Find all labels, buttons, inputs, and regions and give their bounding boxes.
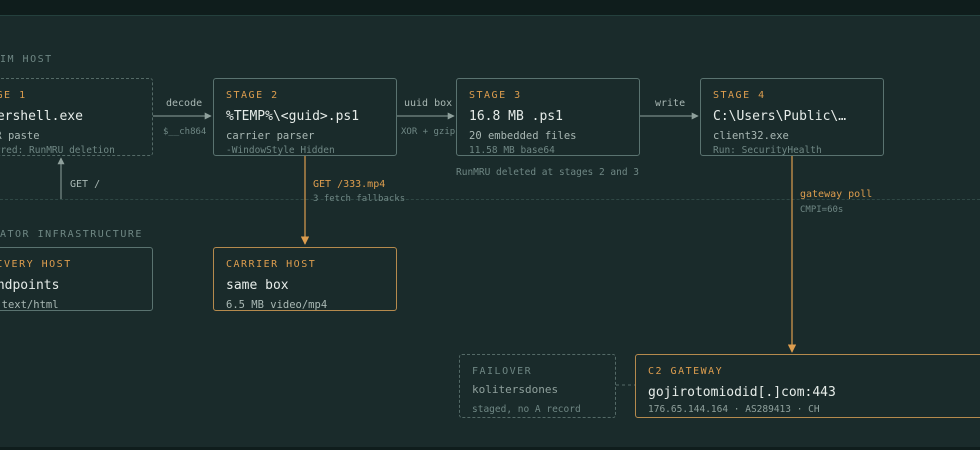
- c2-gateway-tag: C2 GATEWAY: [648, 366, 724, 377]
- stage-3-sub: 20 embedded files: [469, 130, 577, 142]
- c2-gateway-box: C2 GATEWAY gojirotomiodid[.]com:443 176.…: [635, 354, 980, 418]
- stage-1-sub: +R paste: [0, 130, 40, 142]
- stage-1-tag: AGE 1: [0, 90, 27, 101]
- carrier-host-sub: 6.5 MB video/mp4: [226, 299, 328, 311]
- failover-box: FAILOVER kolitersdones staged, no A reco…: [459, 354, 616, 418]
- stage-2-tag: STAGE 2: [226, 90, 279, 101]
- edge-sub-gateway-poll: CMPI=60s: [800, 205, 844, 215]
- delivery-host-sub: · text/html: [0, 299, 59, 311]
- carrier-host-main: same box: [226, 278, 289, 293]
- stage-2-sub: carrier parser: [226, 130, 315, 142]
- stage-2-box: STAGE 2 %TEMP%\<guid>.ps1 carrier parser…: [213, 78, 397, 156]
- stage-2-main: %TEMP%\<guid>.ps1: [226, 109, 360, 124]
- runmru-note: RunMRU deleted at stages 2 and 3: [456, 167, 640, 178]
- stage-3-box: STAGE 3 16.8 MB .ps1 20 embedded files 1…: [456, 78, 640, 156]
- delivery-host-tag: LIVERY HOST: [0, 259, 72, 270]
- failover-meta: staged, no A record: [472, 404, 581, 415]
- stage-3-meta: 11.58 MB base64: [469, 145, 555, 156]
- stage-3-main: 16.8 MB .ps1: [469, 109, 563, 124]
- c2-gateway-main: gojirotomiodid[.]com:443: [648, 385, 836, 400]
- failover-main: kolitersdones: [472, 383, 559, 396]
- stage-4-tag: STAGE 4: [713, 90, 766, 101]
- stage-1-main: wershell.exe: [0, 109, 83, 124]
- edge-sub-get-mp4: 3 fetch fallbacks: [313, 194, 406, 204]
- edge-label-get-mp4: GET /333.mp4: [313, 179, 386, 190]
- delivery-host-main: endpoints: [0, 278, 60, 293]
- edge-label-write: write: [655, 98, 686, 109]
- edge-sub-decode: $__ch864: [163, 127, 207, 137]
- carrier-host-tag: CARRIER HOST: [226, 259, 317, 270]
- stage-3-tag: STAGE 3: [469, 90, 522, 101]
- carrier-host-box: CARRIER HOST same box 6.5 MB video/mp4: [213, 247, 397, 311]
- stage-4-meta: Run: SecurityHealth: [713, 145, 822, 156]
- stage-4-box: STAGE 4 C:\Users\Public\… client32.exe R…: [700, 78, 884, 156]
- edge-label-get-root: GET /: [70, 179, 101, 190]
- failover-tag: FAILOVER: [472, 366, 533, 377]
- stage-4-main: C:\Users\Public\…: [713, 109, 847, 124]
- edge-sub-uuid-box: XOR + gzip: [401, 127, 456, 137]
- stage-1-meta: erred: RunMRU deletion: [0, 145, 115, 156]
- stage-4-sub: client32.exe: [713, 130, 789, 142]
- c2-gateway-meta: 176.65.144.164 · AS289413 · CH: [648, 404, 820, 415]
- edge-label-uuid-box: uuid box: [404, 98, 453, 109]
- edge-label-gateway-poll: gateway poll: [800, 189, 873, 200]
- edge-label-decode: decode: [166, 98, 203, 109]
- delivery-host-box: LIVERY HOST endpoints · text/html: [0, 247, 153, 311]
- stage-1-box: AGE 1 wershell.exe +R paste erred: RunMR…: [0, 78, 153, 156]
- stage-2-meta: -WindowStyle Hidden: [226, 145, 335, 156]
